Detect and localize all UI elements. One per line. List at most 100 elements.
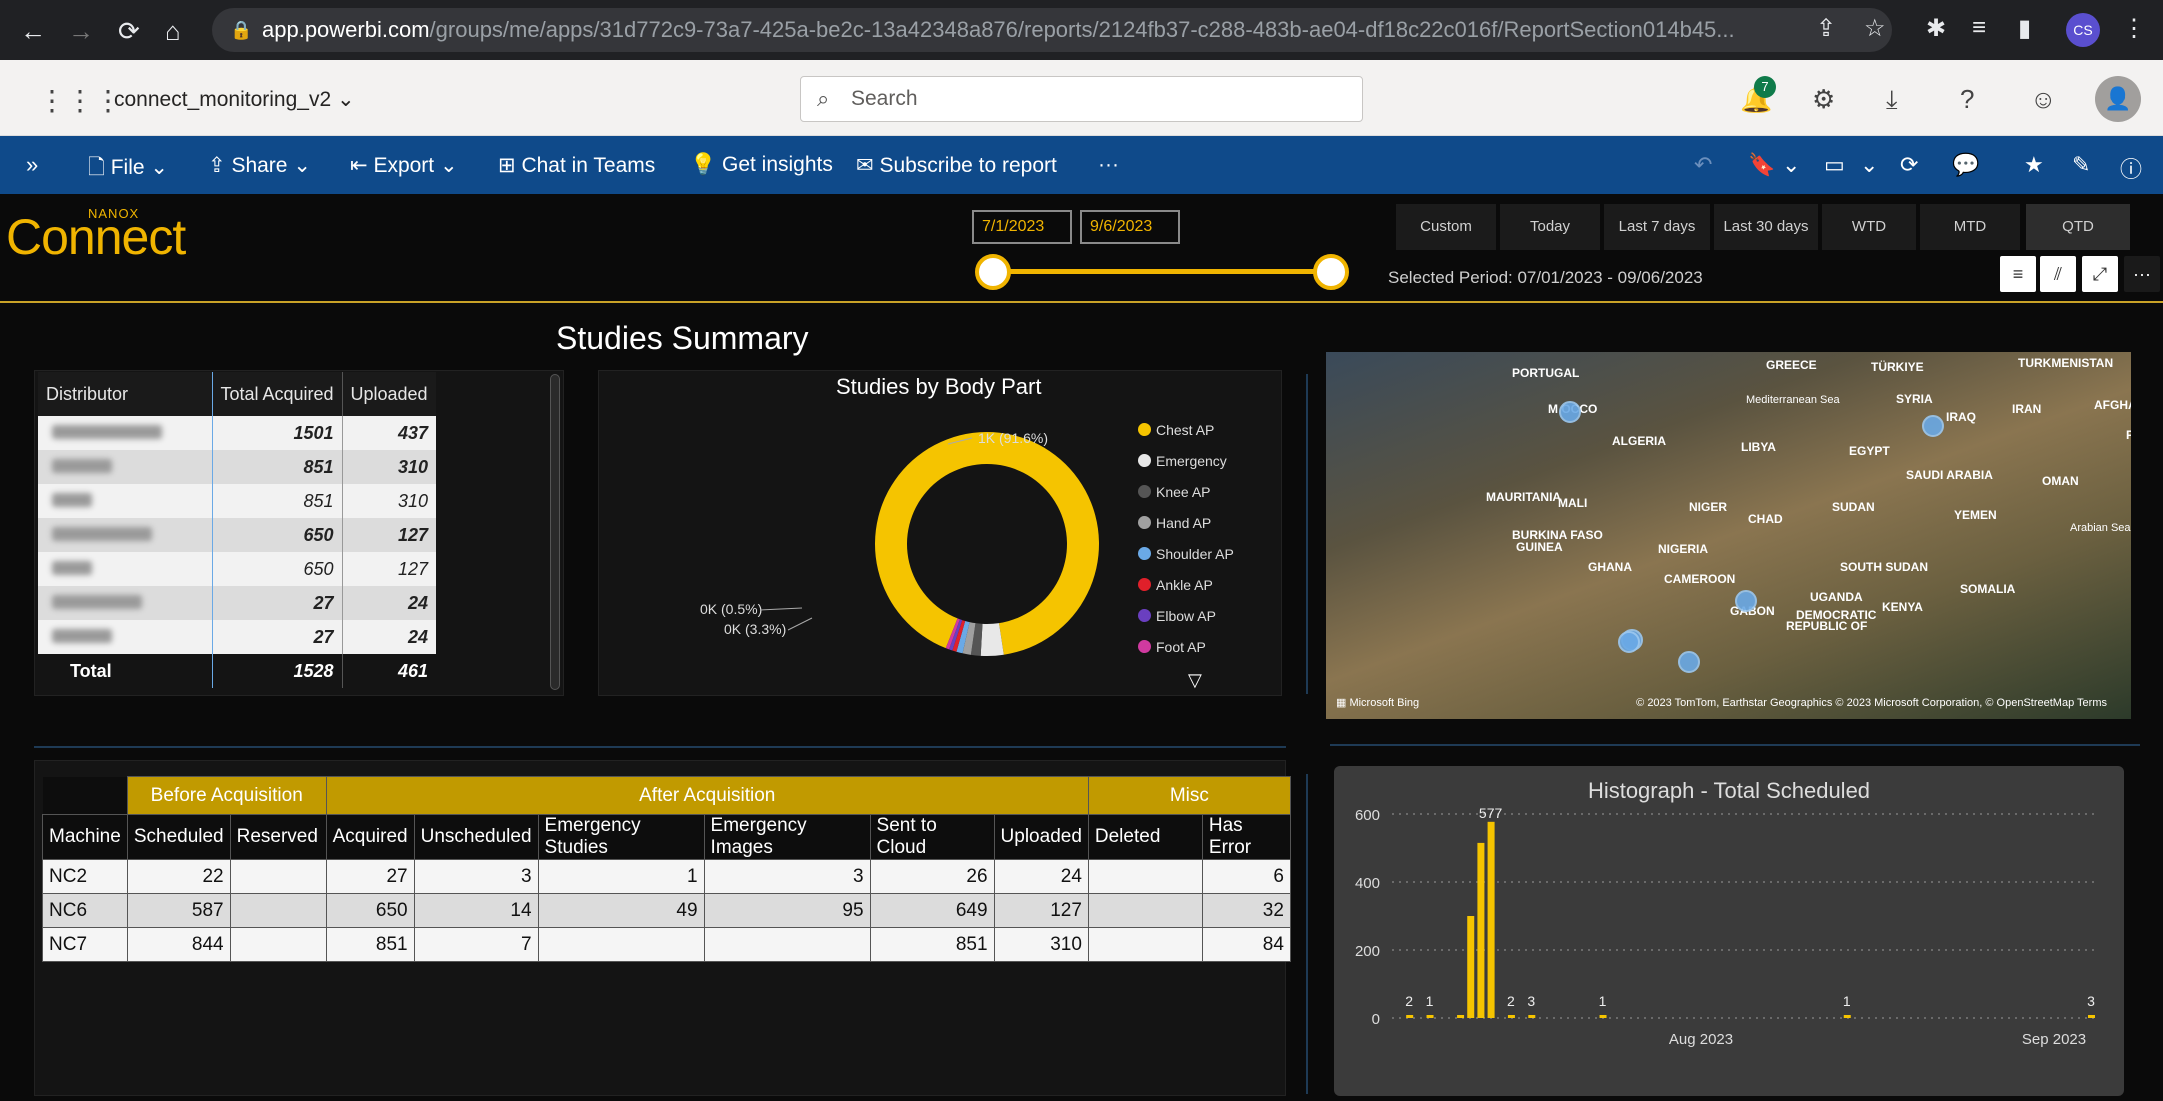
subscribe-button[interactable]: ✉ Subscribe to report xyxy=(856,153,1057,178)
distributor-row[interactable]: 27 24 xyxy=(38,586,436,620)
histogram-bar[interactable] xyxy=(1487,821,1495,1018)
sidepanel-icon[interactable]: ▮ xyxy=(2018,14,2031,43)
distributor-row[interactable]: 27 24 xyxy=(38,620,436,654)
period-button-last-7-days[interactable]: Last 7 days xyxy=(1604,204,1710,250)
acq-col-deleted[interactable]: Deleted xyxy=(1087,814,1203,860)
date-slider-track[interactable] xyxy=(993,269,1331,274)
acq-col-reserved[interactable]: Reserved xyxy=(229,814,327,860)
map-location-pin[interactable] xyxy=(1618,631,1640,653)
legend-item[interactable]: Foot AP xyxy=(1138,631,1234,662)
home-icon[interactable]: ⌂ xyxy=(165,16,181,47)
map-location-pin[interactable] xyxy=(1559,401,1581,423)
bookmark-star-icon[interactable]: ☆ xyxy=(1864,14,1886,43)
donut-chart[interactable]: 1K (91.6%) 0K (0.5%) 0K (3.3%) xyxy=(700,412,1099,672)
address-bar[interactable]: 🔒 app.powerbi.com/groups/me/apps/31d772c… xyxy=(212,8,1892,52)
edit-pencil-icon[interactable]: ✎ xyxy=(2072,152,2090,178)
map-visual[interactable]: ▦ Microsoft Bing © 2023 TomTom, Earthsta… xyxy=(1326,352,2131,719)
legend-item[interactable]: Chest AP xyxy=(1138,414,1234,445)
histogram-chart[interactable]: 02004006002 15772 3 1 1 3Aug 2023 Sep 2023 xyxy=(1334,766,2124,1096)
col-total-acquired[interactable]: Total Acquired xyxy=(211,372,342,416)
export-menu[interactable]: ⇤ Export ⌄ xyxy=(350,153,458,178)
acq-col-unscheduled[interactable]: Unscheduled xyxy=(413,814,539,860)
view-chevron-icon[interactable]: ⌄ xyxy=(1860,152,1878,178)
histogram-bar[interactable] xyxy=(1599,1015,1607,1018)
legend-item[interactable]: Ankle AP xyxy=(1138,569,1234,600)
bookmark-chevron-icon[interactable]: ⌄ xyxy=(1782,152,1800,178)
map-location-pin[interactable] xyxy=(1735,590,1757,612)
more-options-button[interactable]: ··· xyxy=(1098,153,1119,177)
period-button-wtd[interactable]: WTD xyxy=(1822,204,1916,250)
distributor-row[interactable]: 650 127 xyxy=(38,518,436,552)
feedback-smiley-icon[interactable]: ☺ xyxy=(2030,84,2057,115)
histogram-bar[interactable] xyxy=(1528,1015,1536,1018)
media-icon[interactable]: ≡ xyxy=(1972,14,1986,42)
distributor-row[interactable]: 851 310 xyxy=(38,484,436,518)
histogram-bar[interactable] xyxy=(1426,1015,1434,1018)
help-icon[interactable]: ? xyxy=(1960,84,1974,115)
download-icon[interactable]: ⤓ xyxy=(1886,84,1898,116)
acq-col-machine[interactable]: Machine xyxy=(42,814,128,860)
histogram-bar[interactable] xyxy=(1477,842,1485,1018)
histogram-bar[interactable] xyxy=(1843,1015,1851,1018)
menu-kebab-icon[interactable]: ⋮ xyxy=(2122,14,2146,43)
acq-col-sent-to-cloud[interactable]: Sent to Cloud xyxy=(869,814,995,860)
undo-icon[interactable]: ↶ xyxy=(1694,152,1712,178)
acq-table-row[interactable]: NC7 844 851 7 851 310 84 xyxy=(42,927,1291,962)
chat-in-teams-button[interactable]: ⊞ Chat in Teams xyxy=(498,153,655,178)
acq-col-uploaded[interactable]: Uploaded xyxy=(993,814,1089,860)
info-icon[interactable]: ⓘ xyxy=(2120,152,2142,184)
acq-table-row[interactable]: NC6 587 650 14 49 95 649 127 32 xyxy=(42,893,1291,928)
period-button-last-30-days[interactable]: Last 30 days xyxy=(1714,204,1818,250)
filter-icon[interactable]: ≡ xyxy=(2000,256,2036,292)
forward-icon[interactable]: → xyxy=(68,16,94,47)
histogram-bar[interactable] xyxy=(1457,1015,1465,1018)
settings-icon[interactable]: ⚙ xyxy=(1812,84,1835,115)
focus-mode-icon[interactable]: ⤢ xyxy=(2082,256,2118,292)
view-icon[interactable]: ▭ xyxy=(1824,152,1845,178)
extensions-icon[interactable]: ✱ xyxy=(1926,14,1946,43)
date-slider-start-handle[interactable] xyxy=(975,254,1011,290)
app-launcher-icon[interactable]: ⋮⋮⋮ xyxy=(38,84,122,117)
acq-table-row[interactable]: NC2 22 27 3 1 3 26 24 6 xyxy=(42,859,1291,894)
map-location-pin[interactable] xyxy=(1922,415,1944,437)
col-uploaded[interactable]: Uploaded xyxy=(341,372,436,416)
histogram-bar[interactable] xyxy=(2088,1015,2095,1018)
date-start-input[interactable]: 7/1/2023 xyxy=(972,210,1072,244)
distributor-row[interactable]: 650 127 xyxy=(38,552,436,586)
distributor-row[interactable]: 1501 437 xyxy=(38,416,436,450)
reload-icon[interactable]: ⟳ xyxy=(118,16,140,47)
histogram-bar[interactable] xyxy=(1467,916,1475,1018)
share-page-icon[interactable]: ⇪ xyxy=(1816,14,1836,43)
legend-item[interactable]: Shoulder AP xyxy=(1138,538,1234,569)
legend-item[interactable]: Elbow AP xyxy=(1138,600,1234,631)
date-slider-end-handle[interactable] xyxy=(1313,254,1349,290)
legend-item[interactable]: Knee AP xyxy=(1138,476,1234,507)
histogram-bar[interactable] xyxy=(1406,1015,1414,1018)
acq-col-has-error[interactable]: Has Error xyxy=(1201,814,1291,860)
acq-col-scheduled[interactable]: Scheduled xyxy=(126,814,231,860)
period-button-today[interactable]: Today xyxy=(1500,204,1600,250)
bookmark-icon[interactable]: 🔖 xyxy=(1748,152,1775,178)
acq-col-acquired[interactable]: Acquired xyxy=(325,814,415,860)
refresh-icon[interactable]: ⟳ xyxy=(1900,152,1918,178)
period-button-qtd[interactable]: QTD xyxy=(2026,204,2130,250)
user-avatar[interactable]: 👤 xyxy=(2095,76,2141,122)
favorite-star-icon[interactable]: ★ xyxy=(2024,152,2044,178)
date-end-input[interactable]: 9/6/2023 xyxy=(1080,210,1180,244)
file-menu[interactable]: 🗋 File ⌄ xyxy=(88,153,168,188)
legend-item[interactable]: Hand AP xyxy=(1138,507,1234,538)
legend-item[interactable]: Emergency xyxy=(1138,445,1234,476)
share-menu[interactable]: ⇪ Share ⌄ xyxy=(208,153,311,178)
map-location-pin[interactable] xyxy=(1678,651,1700,673)
more-options-icon[interactable]: ··· xyxy=(2124,256,2160,292)
search-input[interactable]: ⌕ Search xyxy=(800,76,1363,122)
period-button-mtd[interactable]: MTD xyxy=(1920,204,2020,250)
donut-slice-chest-ap[interactable] xyxy=(875,432,1099,655)
acq-col-emergency-images[interactable]: Emergency Images xyxy=(703,814,871,860)
comment-icon[interactable]: 💬 xyxy=(1952,152,1979,178)
app-name-dropdown[interactable]: connect_monitoring_v2 ⌄ xyxy=(114,87,355,112)
profile-avatar[interactable]: CS xyxy=(2066,13,2100,47)
visual-options-icon[interactable]: ⫽ xyxy=(2040,256,2076,292)
expand-nav-icon[interactable]: » xyxy=(26,152,38,178)
table-scrollbar[interactable] xyxy=(550,374,560,690)
